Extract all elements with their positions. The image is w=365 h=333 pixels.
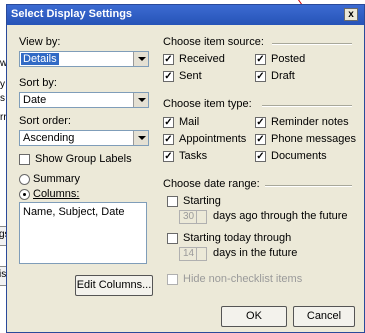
posted-label: Posted [271, 53, 306, 65]
show-group-labels-checkbox[interactable] [19, 154, 30, 165]
spinner-arrows-icon[interactable] [196, 211, 206, 223]
documents-checkbox[interactable]: ✓ [255, 151, 266, 162]
view-by-select[interactable]: Details [19, 51, 149, 67]
days-ago-value: 30 [183, 211, 195, 222]
sort-by-label: Sort by: [19, 77, 57, 89]
sort-by-select[interactable]: Date [19, 92, 149, 108]
view-by-label: View by: [19, 36, 61, 48]
group-divider [265, 185, 352, 187]
hide-nonchecklist-label: Hide non-checklist items [183, 273, 303, 285]
dialog-title: Select Display Settings [11, 8, 133, 20]
cancel-label: Cancel [306, 310, 342, 322]
columns-list-value: Name, Subject, Date [23, 206, 125, 218]
sort-order-label: Sort order: [19, 115, 71, 127]
sort-order-select[interactable]: Ascending [19, 130, 149, 146]
appointments-label: Appointments [179, 133, 247, 145]
summary-label: Summary [33, 173, 81, 185]
starting-today-label: Starting today through [183, 232, 292, 244]
close-button[interactable]: x [344, 8, 358, 21]
sent-label: Sent [179, 70, 202, 82]
item-source-heading: Choose item source: [163, 36, 264, 48]
sort-by-value: Date [23, 94, 47, 106]
mail-label: Mail [179, 116, 200, 128]
phone-messages-checkbox[interactable]: ✓ [255, 134, 266, 145]
posted-checkbox[interactable]: ✓ [255, 54, 266, 65]
tasks-checkbox[interactable]: ✓ [163, 151, 174, 162]
columns-label: Columns: [33, 188, 80, 200]
spinner-arrows-icon[interactable] [196, 248, 206, 260]
chevron-down-icon[interactable] [133, 93, 148, 107]
draft-label: Draft [271, 70, 295, 82]
phone-messages-label: Phone messages [271, 133, 356, 145]
reminder-notes-checkbox[interactable]: ✓ [255, 117, 266, 128]
received-label: Received [179, 53, 225, 65]
tasks-label: Tasks [179, 150, 208, 162]
summary-radio[interactable] [19, 174, 30, 185]
draft-checkbox[interactable]: ✓ [255, 71, 266, 82]
edit-columns-button[interactable]: Edit Columns... [75, 275, 153, 296]
cancel-button[interactable]: Cancel [293, 306, 355, 327]
received-checkbox[interactable]: ✓ [163, 54, 174, 65]
view-by-value: Details [21, 53, 59, 65]
ok-label: OK [246, 310, 262, 322]
starting-checkbox[interactable] [167, 196, 178, 207]
show-group-labels-label: Show Group Labels [35, 153, 132, 165]
chevron-down-icon[interactable] [133, 52, 148, 66]
reminder-notes-label: Reminder notes [271, 116, 349, 128]
group-divider [262, 105, 352, 107]
group-divider [272, 43, 352, 45]
bg-fragment: s [0, 93, 5, 104]
mail-checkbox[interactable]: ✓ [163, 117, 174, 128]
chevron-down-icon[interactable] [133, 131, 148, 145]
columns-radio[interactable] [19, 189, 30, 200]
sent-checkbox[interactable]: ✓ [163, 71, 174, 82]
edit-columns-label: Edit Columns... [76, 279, 152, 291]
columns-list[interactable]: Name, Subject, Date [19, 202, 147, 264]
sort-order-value: Ascending [23, 132, 75, 144]
ok-button[interactable]: OK [221, 306, 287, 327]
date-range-heading: Choose date range: [163, 178, 260, 190]
days-ago-suffix: days ago through the future [213, 210, 348, 222]
item-type-heading: Choose item type: [163, 98, 252, 110]
days-future-suffix: days in the future [213, 247, 298, 259]
days-future-spinner[interactable]: 14 [179, 247, 207, 261]
select-display-settings-dialog: Select Display Settings x View by: Detai… [6, 4, 365, 333]
starting-today-checkbox[interactable] [167, 233, 178, 244]
appointments-checkbox[interactable]: ✓ [163, 134, 174, 145]
close-icon: x [348, 9, 354, 20]
hide-nonchecklist-checkbox[interactable] [167, 274, 178, 285]
days-ago-spinner[interactable]: 30 [179, 210, 207, 224]
starting-label: Starting [183, 195, 221, 207]
documents-label: Documents [271, 150, 327, 162]
bg-fragment: y [0, 79, 5, 90]
title-bar[interactable]: Select Display Settings x [7, 5, 364, 25]
days-future-value: 14 [183, 248, 195, 259]
